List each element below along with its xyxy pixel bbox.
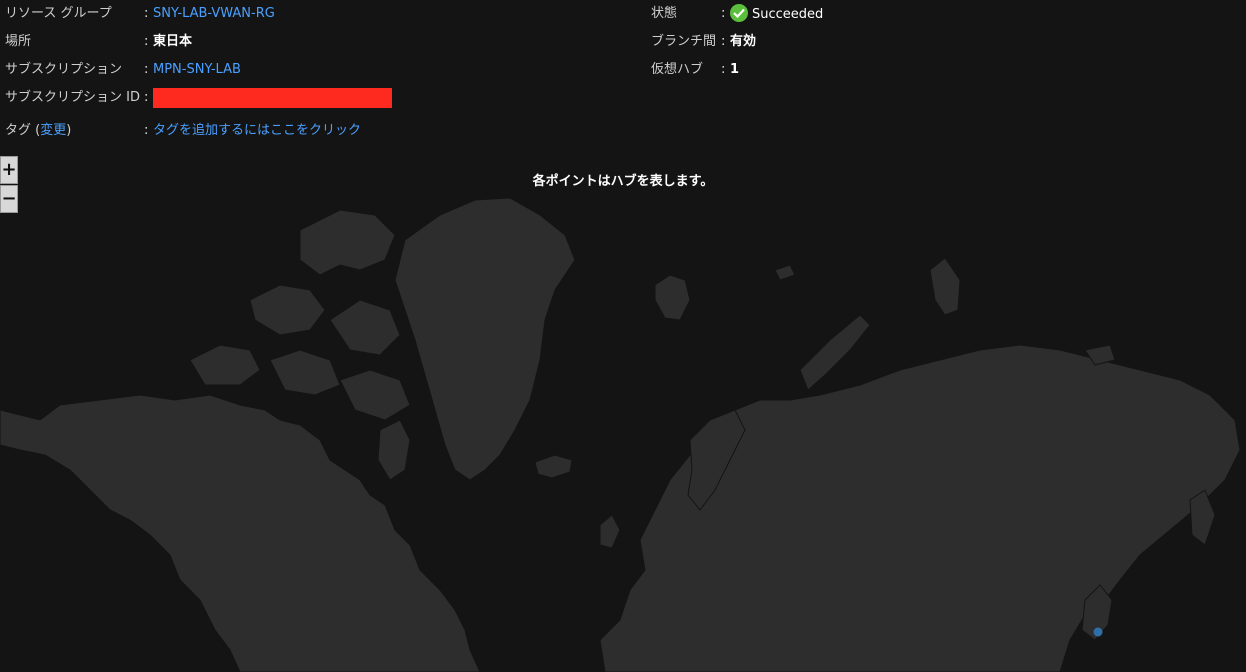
resource-group-label: リソース グループ	[5, 6, 112, 21]
hub-point[interactable]	[1093, 627, 1103, 637]
arctic-island	[189, 344, 261, 386]
separator: :	[144, 62, 149, 77]
separator: :	[144, 6, 149, 21]
separator: :	[144, 123, 149, 138]
branch-row: ブランチ間 : 有効	[651, 32, 1151, 52]
hubs-row: 仮想ハブ : 1	[651, 60, 1151, 80]
zoom-out-button[interactable]: −	[0, 185, 18, 213]
arctic-island	[249, 284, 326, 336]
status-label: 状態	[651, 6, 678, 21]
separator: :	[721, 62, 726, 77]
greenland-landmass	[394, 197, 576, 481]
tags-row: タグ (変更) : タグを追加するにはここをクリック	[5, 121, 645, 141]
subscription-id-redaction	[153, 88, 392, 108]
hudson-bay-coast	[377, 419, 411, 481]
location-value: 東日本	[153, 34, 193, 49]
arctic-island	[774, 264, 796, 281]
subscription-id-label: サブスクリプション ID	[5, 90, 140, 105]
subscription-link[interactable]: MPN-SNY-LAB	[153, 60, 241, 80]
svalbard-landmass	[654, 274, 691, 321]
arctic-island	[269, 349, 341, 396]
kamchatka-landmass	[1189, 489, 1216, 546]
zoom-in-button[interactable]: +	[0, 156, 18, 184]
novaya-zemlya-landmass	[799, 314, 871, 391]
iceland-landmass	[534, 454, 573, 479]
tags-change-link[interactable]: 変更	[40, 123, 66, 138]
location-row: 場所 : 東日本	[5, 32, 645, 52]
status-row: 状態 : Succeeded	[651, 4, 1151, 24]
separator: :	[144, 34, 149, 49]
add-tags-link[interactable]: タグを追加するにはここをクリック	[153, 121, 361, 141]
branch-label: ブランチ間	[651, 34, 717, 49]
subscription-id-row: サブスクリプション ID :	[5, 88, 645, 108]
branch-value: 有効	[730, 34, 757, 49]
arctic-island	[299, 209, 396, 276]
eurasia-landmass	[599, 344, 1241, 672]
subscription-row: サブスクリプション : MPN-SNY-LAB	[5, 60, 645, 80]
resource-group-row: リソース グループ : SNY-LAB-VWAN-RG	[5, 4, 645, 24]
subscription-label: サブスクリプション	[5, 62, 123, 77]
resource-group-link[interactable]: SNY-LAB-VWAN-RG	[153, 4, 275, 24]
arctic-island	[329, 299, 401, 356]
hubs-value: 1	[730, 62, 740, 77]
british-isles-landmass	[599, 514, 621, 549]
separator: :	[721, 34, 726, 49]
map-caption: 各ポイントはハブを表します。	[532, 174, 714, 189]
separator: :	[721, 6, 726, 21]
hubs-label: 仮想ハブ	[651, 62, 704, 77]
severnaya-zemlya-landmass	[929, 257, 961, 316]
world-map[interactable]	[0, 190, 1246, 672]
location-label: 場所	[5, 34, 32, 49]
tags-label: タグ (変更)	[5, 123, 72, 138]
status-text: Succeeded	[752, 7, 824, 22]
separator: :	[144, 90, 149, 105]
success-check-icon	[730, 4, 748, 22]
arctic-island	[339, 369, 411, 421]
status-value: Succeeded	[730, 4, 823, 25]
